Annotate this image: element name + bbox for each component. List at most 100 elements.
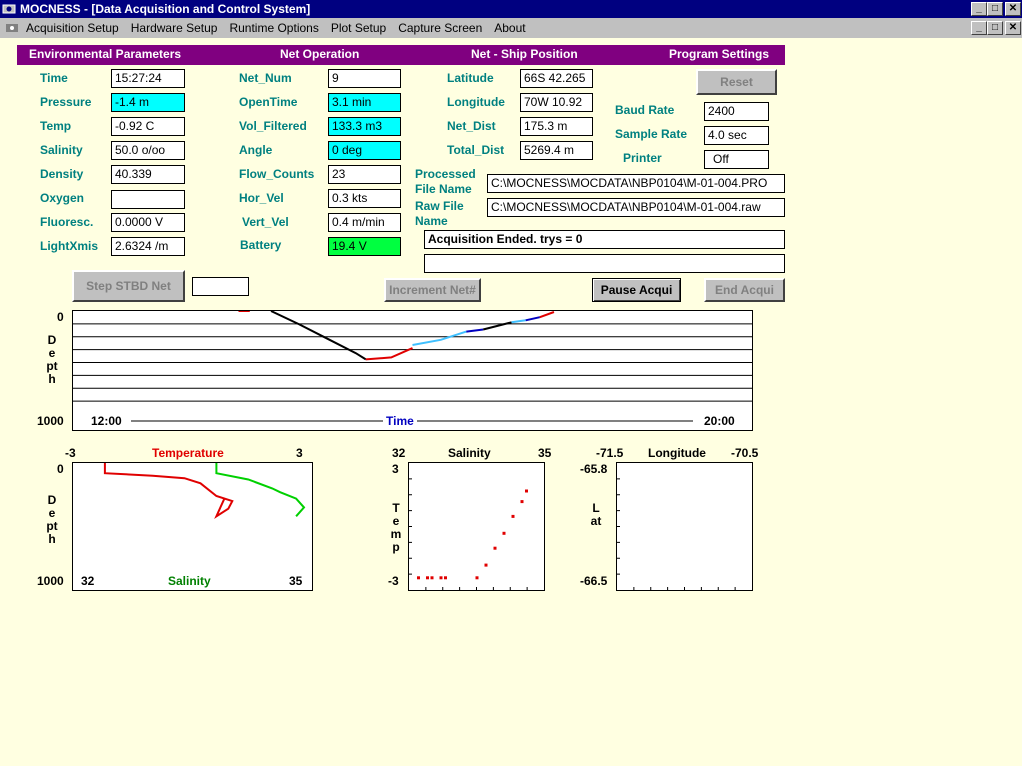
menu-plot-setup[interactable]: Plot Setup: [325, 21, 392, 35]
fluoresc-label: Fluoresc.: [40, 215, 94, 229]
temp-field: -0.92 C: [111, 117, 185, 136]
menu-acquisition-setup[interactable]: Acquisition Setup: [20, 21, 125, 35]
flow-counts-field: 23: [328, 165, 401, 184]
dt-y-axis-label: Depth: [46, 334, 58, 386]
restore-button[interactable]: □: [987, 2, 1003, 16]
tsd-y-bottom: -3: [388, 574, 399, 588]
increment-net-button[interactable]: Increment Net#: [384, 278, 481, 302]
ll-y-axis-text: Lat: [590, 501, 602, 528]
ts-y-bottom-label: 1000: [37, 574, 64, 588]
longitude-label: Longitude: [447, 95, 505, 109]
tsd-point: [520, 500, 524, 504]
tsd-x-left: 32: [392, 446, 406, 460]
vol-filtered-label: Vol_Filtered: [239, 119, 307, 133]
status-message-2: [424, 254, 785, 273]
sample-rate-field: 4.0 sec: [704, 126, 769, 145]
oxygen-field: [111, 190, 185, 209]
doc-restore-button[interactable]: □: [987, 21, 1003, 35]
dt-series-line: [466, 328, 484, 333]
temp-sal-svg: [103, 463, 306, 519]
vol-filtered-field: 133.3 m3: [328, 117, 401, 136]
ll-y-bottom: -66.5: [580, 574, 608, 588]
baud-rate-label: Baud Rate: [615, 103, 675, 117]
ts-y-axis-text: Depth: [46, 493, 58, 546]
step-stbd-net-button[interactable]: Step STBD Net: [72, 270, 185, 302]
density-label: Density: [40, 167, 84, 181]
step-net-field[interactable]: [192, 277, 249, 296]
ll-x-right: -70.5: [731, 446, 759, 460]
tsd-point: [484, 563, 488, 567]
menu-hardware-setup[interactable]: Hardware Setup: [125, 21, 224, 35]
ts-diagram-svg: [409, 478, 528, 590]
fluoresc-field: 0.0000 V: [111, 213, 185, 232]
lat-lon-plot: [616, 462, 753, 591]
pause-acqui-button[interactable]: Pause Acqui: [592, 278, 681, 302]
app-icon: [2, 4, 16, 14]
pos-header: Net - Ship Position: [471, 47, 578, 61]
menu-runtime-options[interactable]: Runtime Options: [223, 21, 324, 35]
tsd-y-top: 3: [392, 462, 399, 476]
end-acqui-button[interactable]: End Acqui: [704, 278, 785, 302]
ts-y-top-label: 0: [57, 462, 64, 476]
time-field: 15:27:24: [111, 69, 185, 88]
vert-vel-field: 0.4 m/min: [328, 213, 401, 232]
ll-title: Longitude: [648, 446, 706, 460]
ts-series-line: [103, 463, 234, 519]
total-dist-field: 5269.4 m: [520, 141, 593, 160]
reset-button[interactable]: Reset: [696, 69, 777, 95]
menu-capture-screen[interactable]: Capture Screen: [392, 21, 488, 35]
ll-x-left: -71.5: [596, 446, 624, 460]
system-menu-icon[interactable]: [4, 20, 20, 36]
dt-series-line: [270, 310, 367, 361]
close-button[interactable]: ✕: [1005, 2, 1021, 16]
env-header: Environmental Parameters: [29, 47, 182, 61]
dt-x-right-label: 20:00: [702, 414, 737, 428]
minimize-button[interactable]: _: [971, 2, 987, 16]
battery-field: 19.4 V: [328, 237, 401, 256]
status-message: Acquisition Ended. trys = 0: [424, 230, 785, 249]
ts-x-bottom-left: 32: [81, 574, 95, 588]
title-bar: MOCNESS - [Data Acquisition and Control …: [0, 0, 1022, 18]
ll-y-top: -65.8: [580, 462, 608, 476]
lightxmis-label: LightXmis: [40, 239, 99, 253]
section-header-bar: Environmental Parameters Net Operation N…: [17, 45, 785, 65]
oxygen-label: Oxygen: [40, 191, 85, 205]
baud-rate-field: 2400: [704, 102, 769, 121]
angle-field: 0 deg: [328, 141, 401, 160]
opentime-label: OpenTime: [239, 95, 298, 109]
total-dist-label: Total_Dist: [447, 143, 505, 157]
tsd-point: [430, 576, 434, 580]
salinity-label: Salinity: [40, 143, 83, 157]
menu-about[interactable]: About: [488, 21, 531, 35]
processed-file-label: Processed File Name: [415, 167, 476, 196]
ll-y-axis-label: Lat: [590, 502, 602, 528]
dt-series-line: [412, 330, 467, 346]
dt-y-axis-text: Depth: [46, 333, 58, 386]
temp-label: Temp: [40, 119, 72, 133]
angle-label: Angle: [239, 143, 273, 157]
pressure-label: Pressure: [40, 95, 92, 109]
temp-sal-plot: 32 Salinity 35: [72, 462, 313, 591]
net-dist-field: 175.3 m: [520, 117, 593, 136]
ts-title: Temperature: [152, 446, 224, 460]
tsd-point: [439, 576, 443, 580]
depth-time-svg: [73, 310, 752, 422]
tsd-title: Salinity: [448, 446, 491, 460]
ts-xlabel: Salinity: [168, 574, 211, 588]
dt-x-axis-label: Time: [383, 414, 417, 428]
doc-minimize-button[interactable]: _: [971, 21, 987, 35]
net-dist-label: Net_Dist: [447, 119, 496, 133]
sample-rate-label: Sample Rate: [615, 127, 688, 141]
tsd-x-right: 35: [538, 446, 552, 460]
doc-close-button[interactable]: ✕: [1005, 21, 1021, 35]
time-label: Time: [40, 71, 68, 85]
window-title: MOCNESS - [Data Acquisition and Control …: [20, 2, 311, 16]
tsd-point: [417, 576, 420, 580]
printer-field[interactable]: Off: [704, 150, 769, 169]
ts-diagram-plot: [408, 462, 545, 591]
latitude-field: 66S 42.265: [520, 69, 593, 88]
dt-series-line: [511, 319, 526, 324]
latitude-label: Latitude: [447, 71, 494, 85]
raw-file-field: C:\MOCNESS\MOCDATA\NBP0104\M-01-004.raw: [487, 198, 785, 217]
hor-vel-field: 0.3 kts: [328, 189, 401, 208]
